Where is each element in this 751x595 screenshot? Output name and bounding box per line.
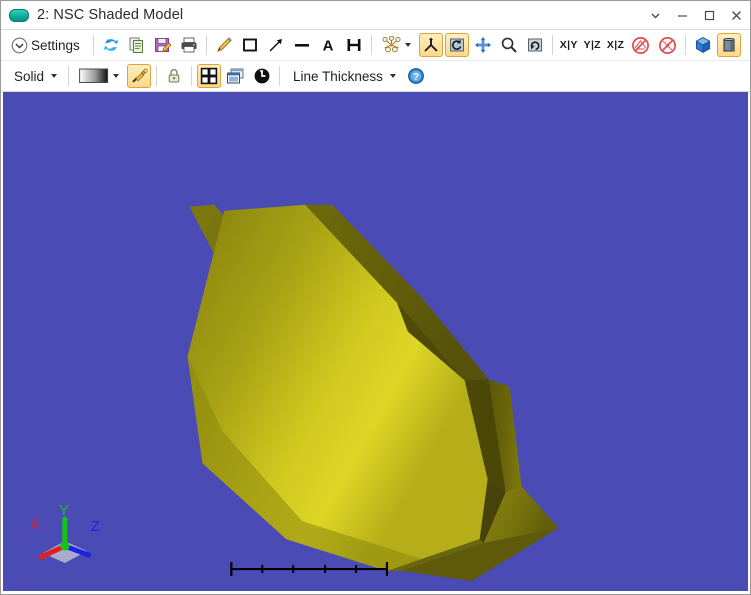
- rotate-view-button[interactable]: [445, 33, 469, 57]
- plane-xz-button[interactable]: X|Z: [604, 33, 627, 57]
- shaded-solid-icon: [720, 36, 738, 54]
- magnifier-icon: [500, 36, 518, 54]
- copy-icon: [128, 36, 146, 54]
- refresh-button[interactable]: [99, 33, 123, 57]
- chevron-down-circle-icon: [11, 37, 28, 54]
- help-button[interactable]: ?: [404, 64, 428, 88]
- scale-bar-graphic: [230, 562, 388, 576]
- viewport-wrapper: X Y Z 5 mm: [1, 92, 750, 594]
- line-icon: [293, 36, 311, 54]
- save-as-button[interactable]: [151, 33, 175, 57]
- detached-window-button[interactable]: [223, 64, 248, 88]
- line-thickness-dropdown[interactable]: Line Thickness: [285, 63, 402, 89]
- reset-view-button[interactable]: [523, 33, 547, 57]
- blue-cube-icon: [694, 36, 712, 54]
- close-button[interactable]: [723, 1, 750, 29]
- ray-fan-icon: [382, 36, 401, 54]
- ray-view-dropdown-button[interactable]: [377, 32, 417, 58]
- maximize-button[interactable]: [696, 1, 723, 29]
- window-controls: [642, 1, 750, 29]
- svg-text:?: ?: [413, 72, 419, 83]
- copy-button[interactable]: [125, 33, 149, 57]
- svg-text:Z: Z: [91, 518, 100, 535]
- hide-sources-button[interactable]: [655, 33, 680, 57]
- lock-button[interactable]: [162, 64, 186, 88]
- toolbar-separator: [68, 66, 69, 86]
- svg-text:Y: Y: [59, 502, 69, 519]
- annotate-arrow-button[interactable]: [264, 33, 288, 57]
- rectangle-icon: [241, 36, 259, 54]
- flashlight-icon: [130, 67, 148, 85]
- toolbar-separator: [93, 35, 94, 55]
- printer-icon: [180, 36, 198, 54]
- tripod-icon: [422, 36, 440, 54]
- help-question-icon: ?: [407, 67, 425, 85]
- hide-rays-button[interactable]: [628, 33, 653, 57]
- shaded-model-button[interactable]: [717, 33, 741, 57]
- chevron-down-icon: [113, 74, 119, 78]
- svg-text:X: X: [30, 516, 40, 533]
- render-mode-dropdown[interactable]: Solid: [6, 63, 63, 89]
- reset-view-icon: [526, 36, 544, 54]
- plane-yz-button[interactable]: Y|Z: [581, 33, 604, 57]
- shaded-model-icon: [9, 9, 29, 22]
- refresh-icon: [102, 36, 120, 54]
- nsc-shaded-model-window: 2: NSC Shaded Model Settings: [0, 0, 751, 595]
- toolbar-separator: [206, 35, 207, 55]
- settings-button[interactable]: Settings: [6, 32, 88, 58]
- toolbar-separator: [685, 35, 686, 55]
- circular-arrow-icon: [253, 67, 271, 85]
- arrow-icon: [267, 36, 285, 54]
- tripod-button[interactable]: [419, 33, 443, 57]
- settings-label: Settings: [28, 38, 83, 53]
- rotate-view-icon: [448, 36, 466, 54]
- pencil-icon: [215, 36, 233, 54]
- window-title: 2: NSC Shaded Model: [37, 7, 183, 23]
- save-edit-icon: [154, 36, 172, 54]
- window-cascade-icon: [226, 67, 245, 85]
- chevron-down-icon: [51, 74, 57, 78]
- axis-tripod-graphic: X Y Z: [30, 502, 100, 563]
- no-rays-icon: [631, 36, 650, 55]
- fit-window-button[interactable]: [197, 64, 221, 88]
- toolbar-separator: [191, 66, 192, 86]
- annotate-dimension-button[interactable]: [342, 33, 366, 57]
- toolbar-separator: [552, 35, 553, 55]
- cube-view-button[interactable]: [691, 33, 715, 57]
- padlock-icon: [165, 67, 183, 85]
- toolbar-separator: [156, 66, 157, 86]
- annotate-rectangle-button[interactable]: [238, 33, 262, 57]
- no-source-rays-icon: [658, 36, 677, 55]
- pan-button[interactable]: [471, 33, 495, 57]
- zoom-button[interactable]: [497, 33, 521, 57]
- text-a-icon: A: [319, 36, 337, 54]
- svg-text:A: A: [322, 38, 333, 55]
- annotate-line-button[interactable]: [290, 33, 314, 57]
- lighting-button[interactable]: [127, 64, 151, 88]
- reload-button[interactable]: [250, 64, 274, 88]
- viewport-canvas[interactable]: X Y Z 5 mm: [3, 92, 748, 591]
- print-button[interactable]: [177, 33, 201, 57]
- toolbar-separator: [371, 35, 372, 55]
- gradient-swatch-icon: [79, 68, 109, 84]
- pan-arrows-icon: [474, 36, 492, 54]
- line-thickness-label: Line Thickness: [290, 69, 386, 84]
- color-gradient-dropdown[interactable]: [74, 63, 125, 89]
- annotate-text-button[interactable]: A: [316, 33, 340, 57]
- model-front-face: [188, 205, 488, 571]
- fit-window-icon: [200, 67, 218, 85]
- dropdown-menu-button[interactable]: [642, 1, 669, 29]
- chevron-down-icon: [390, 74, 396, 78]
- secondary-toolbar: Solid: [1, 61, 750, 92]
- minimize-button[interactable]: [669, 1, 696, 29]
- dimension-h-icon: [345, 36, 363, 54]
- render-mode-label: Solid: [11, 69, 47, 84]
- chevron-down-icon: [405, 43, 411, 47]
- toolbar-separator: [279, 66, 280, 86]
- annotate-pencil-button[interactable]: [212, 33, 236, 57]
- shaded-model-scene: X Y Z: [3, 92, 748, 591]
- title-bar: 2: NSC Shaded Model: [1, 1, 750, 30]
- primary-toolbar: Settings: [1, 30, 750, 61]
- plane-xy-button[interactable]: X|Y: [557, 33, 581, 57]
